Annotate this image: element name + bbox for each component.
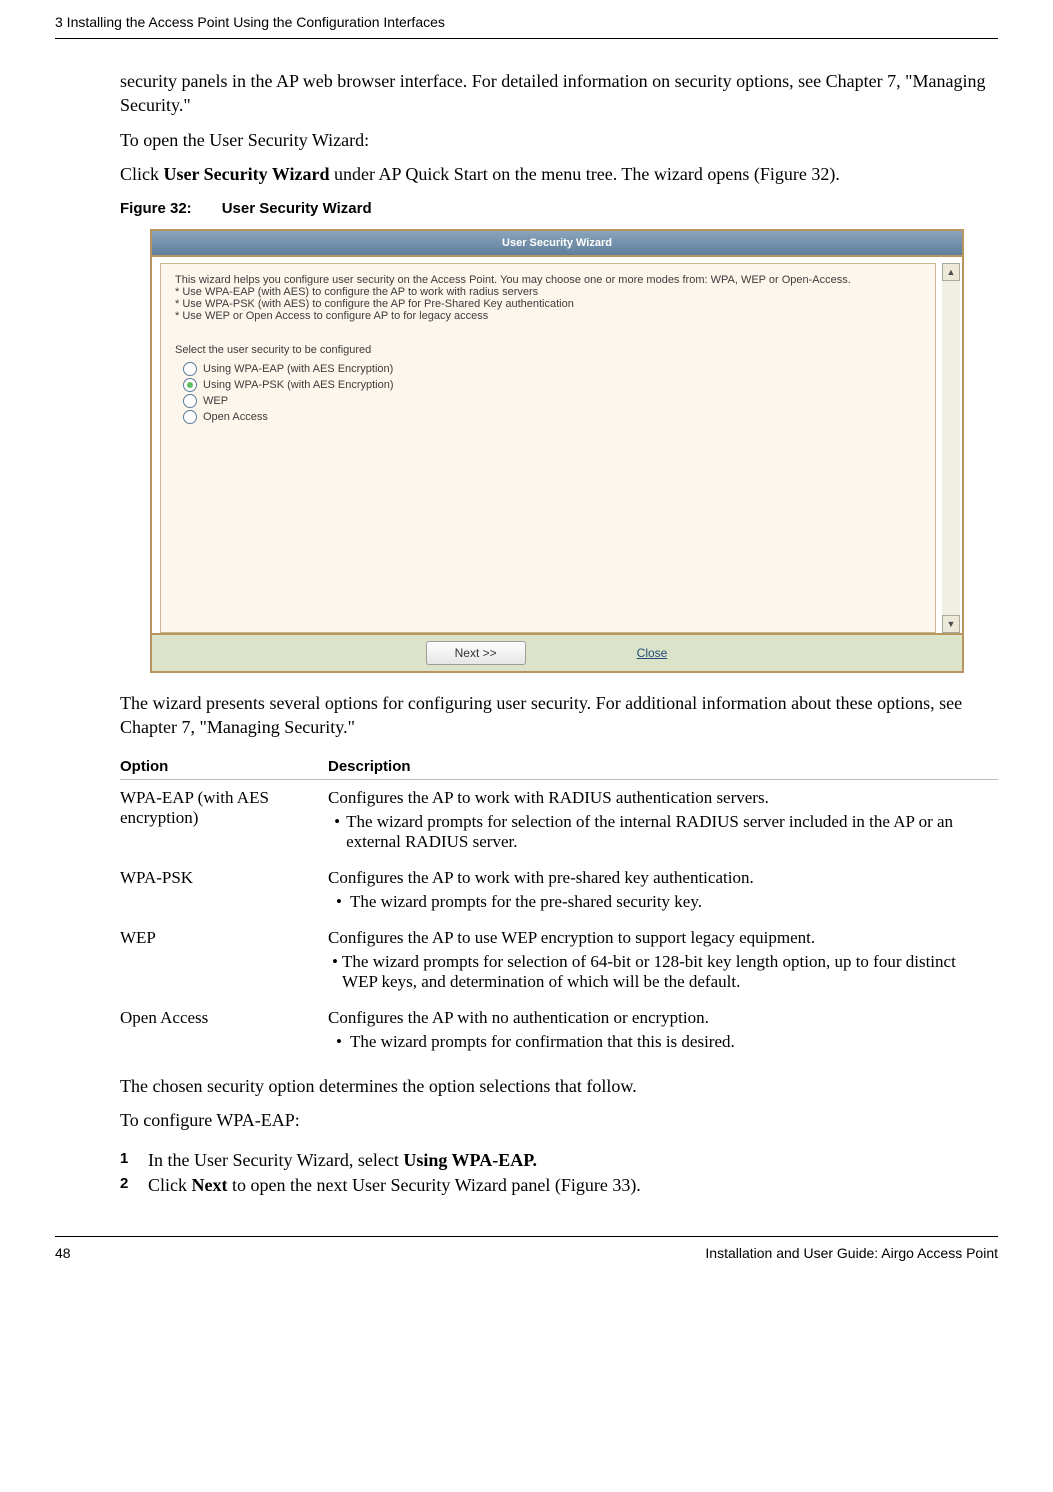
page-number: 48 [55,1245,71,1261]
bullet-text: The wizard prompts for selection of the … [346,812,990,852]
table-row: Open Access Configures the AP with no au… [120,1000,998,1060]
table-header-description: Description [328,750,998,780]
list-item: 1 In the User Security Wizard, select Us… [120,1150,998,1171]
step-text: In the User Security Wizard, select Usin… [148,1150,537,1171]
description-text: Configures the AP with no authentication… [328,1008,709,1027]
scroll-up-icon[interactable]: ▲ [942,263,960,281]
description-cell: Configures the AP to work with RADIUS au… [328,779,998,860]
footer-title: Installation and User Guide: Airgo Acces… [705,1245,998,1261]
description-text: Configures the AP to use WEP encryption … [328,928,815,947]
radio-option-wpa-eap[interactable]: Using WPA-EAP (with AES Encryption) [183,362,921,376]
radio-icon[interactable] [183,394,197,408]
closing-paragraph-2: To configure WPA-EAP: [120,1108,998,1132]
bullet-icon: • [328,952,342,992]
radio-icon[interactable] [183,410,197,424]
option-cell: WPA-EAP (with AES encryption) [120,779,328,860]
scroll-down-icon[interactable]: ▼ [942,615,960,633]
text-fragment: Click [148,1175,192,1195]
chapter-title: 3 Installing the Access Point Using the … [55,14,445,30]
step-number: 1 [120,1150,148,1171]
step-number: 2 [120,1175,148,1196]
scrollbar[interactable]: ▲ ▼ [942,263,960,633]
text-fragment: In the User Security Wizard, select [148,1150,403,1170]
option-cell: Open Access [120,1000,328,1060]
text-bold: User Security Wizard [164,164,330,184]
step-list: 1 In the User Security Wizard, select Us… [120,1150,998,1196]
bullet-icon: • [328,812,346,852]
radio-group-label: Select the user security to be configure… [175,344,921,356]
radio-icon[interactable] [183,362,197,376]
description-text: Configures the AP to work with RADIUS au… [328,788,769,807]
bullet-icon: • [328,892,350,912]
text-fragment: under AP Quick Start on the menu tree. T… [329,164,839,184]
wizard-title-bar: User Security Wizard [152,231,962,257]
bullet-text: The wizard prompts for selection of 64-b… [342,952,990,992]
radio-option-wpa-psk[interactable]: Using WPA-PSK (with AES Encryption) [183,378,921,392]
intro-paragraph-3: Click User Security Wizard under AP Quic… [120,162,998,186]
description-cell: Configures the AP to use WEP encryption … [328,920,998,1000]
list-item: 2 Click Next to open the next User Secur… [120,1175,998,1196]
text-bold: Using WPA-EAP. [403,1150,537,1170]
table-row: WPA-EAP (with AES encryption) Configures… [120,779,998,860]
text-fragment: to open the next User Security Wizard pa… [227,1175,640,1195]
description-cell: Configures the AP to work with pre-share… [328,860,998,920]
bullet-text: The wizard prompts for confirmation that… [350,1032,735,1052]
bullet-icon: • [328,1032,350,1052]
options-table: Option Description WPA-EAP (with AES enc… [120,750,998,1060]
radio-label-text: Using WPA-PSK (with AES Encryption) [203,379,394,391]
text-fragment: Click [120,164,164,184]
close-link[interactable]: Close [616,641,689,665]
text-bold: Next [192,1175,228,1195]
step-text: Click Next to open the next User Securit… [148,1175,641,1196]
wizard-screenshot: User Security Wizard ▲ ▼ This wizard hel… [150,229,964,673]
figure-title: User Security Wizard [222,200,372,217]
radio-label-text: Using WPA-EAP (with AES Encryption) [203,363,393,375]
radio-option-wep[interactable]: WEP [183,394,921,408]
description-text: Configures the AP to work with pre-share… [328,868,754,887]
figure-number: Figure 32: [120,200,192,217]
option-cell: WEP [120,920,328,1000]
radio-option-open-access[interactable]: Open Access [183,410,921,424]
intro-paragraph-1: security panels in the AP web browser in… [120,69,998,118]
radio-icon[interactable] [183,378,197,392]
figure-caption: Figure 32: User Security Wizard [120,200,998,217]
table-header-option: Option [120,750,328,780]
radio-label-text: WEP [203,395,228,407]
next-button[interactable]: Next >> [426,641,526,665]
bullet-text: The wizard prompts for the pre-shared se… [350,892,702,912]
table-row: WPA-PSK Configures the AP to work with p… [120,860,998,920]
description-cell: Configures the AP with no authentication… [328,1000,998,1060]
radio-label-text: Open Access [203,411,268,423]
after-figure-text: The wizard presents several options for … [120,691,998,740]
wizard-intro-text: This wizard helps you configure user sec… [175,274,921,322]
option-cell: WPA-PSK [120,860,328,920]
table-row: WEP Configures the AP to use WEP encrypt… [120,920,998,1000]
intro-paragraph-2: To open the User Security Wizard: [120,128,998,152]
closing-paragraph-1: The chosen security option determines th… [120,1074,998,1098]
